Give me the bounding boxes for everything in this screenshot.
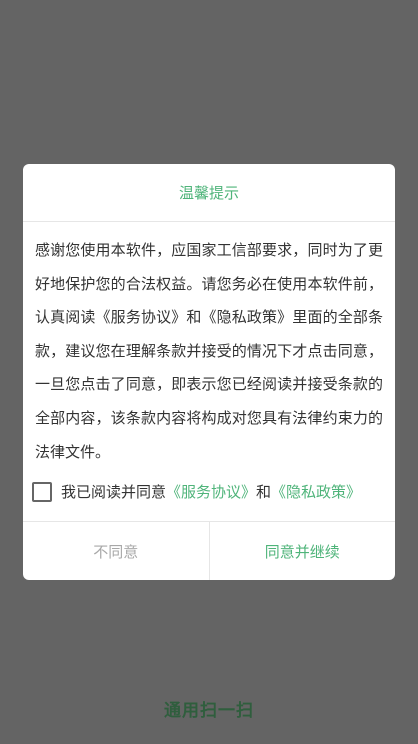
agreement-and-text: 和 bbox=[256, 483, 272, 501]
disagree-button[interactable]: 不同意 bbox=[23, 522, 210, 580]
agreement-prefix: 我已阅读并同意 bbox=[61, 483, 167, 501]
agree-continue-button[interactable]: 同意并继续 bbox=[210, 522, 396, 580]
dialog-body-text: 感谢您使用本软件，应国家工信部要求，同时为了更好地保护您的合法权益。请您务必在使… bbox=[35, 241, 383, 461]
dialog-header: 温馨提示 bbox=[23, 164, 395, 222]
scan-title: 通用扫一扫 bbox=[164, 701, 254, 721]
dialog-footer: 不同意 同意并继续 bbox=[23, 521, 395, 580]
service-agreement-link[interactable]: 《服务协议》 bbox=[166, 481, 256, 502]
agreement-row: 我已阅读并同意 《服务协议》 和 《隐私政策》 bbox=[23, 465, 395, 518]
agreement-checkbox[interactable] bbox=[32, 481, 52, 502]
app-screen: 通用扫一扫 温馨提示 感谢您使用本软件，应国家工信部要求，同时为了更好地保护您的… bbox=[0, 0, 418, 744]
dialog-title: 温馨提示 bbox=[178, 184, 239, 202]
privacy-policy-link[interactable]: 《隐私政策》 bbox=[271, 481, 361, 502]
privacy-dialog: 温馨提示 感谢您使用本软件，应国家工信部要求，同时为了更好地保护您的合法权益。请… bbox=[23, 164, 395, 580]
